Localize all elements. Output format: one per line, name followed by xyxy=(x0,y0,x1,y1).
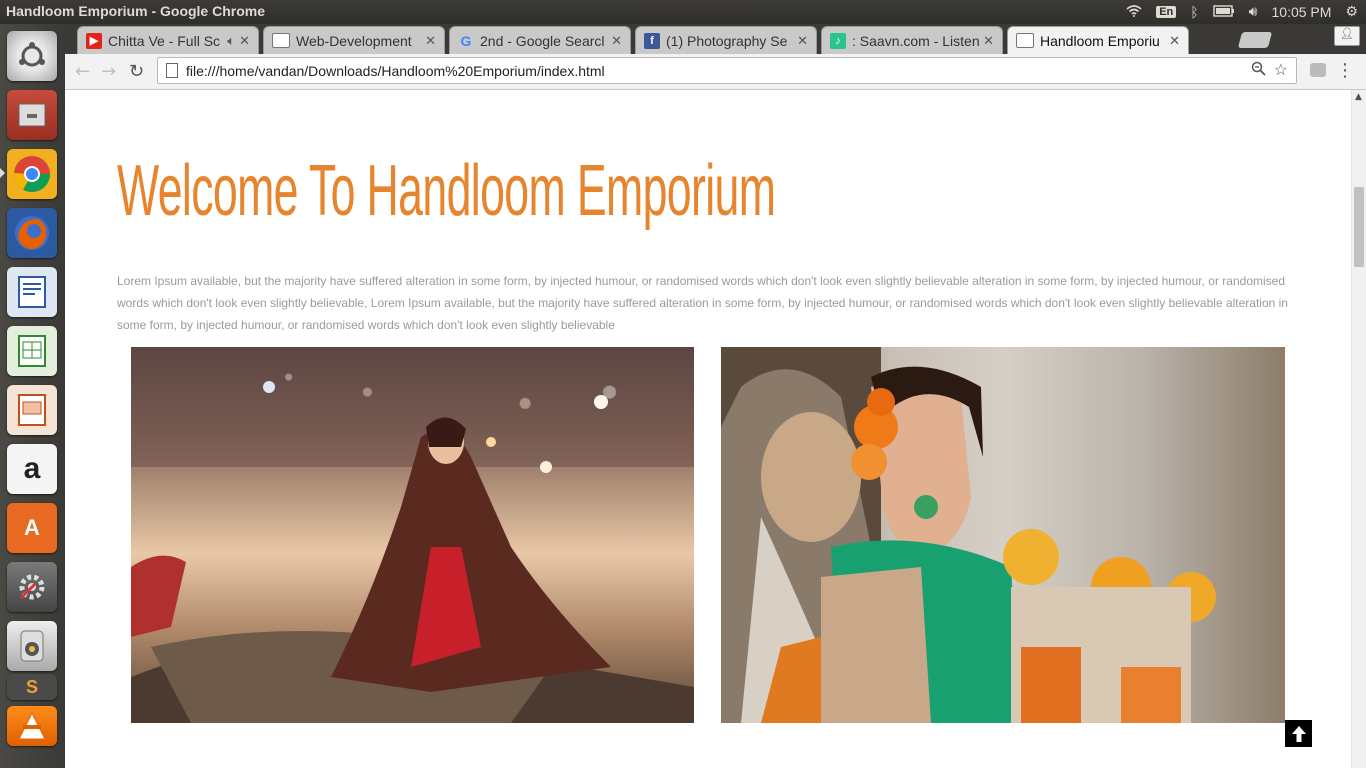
tab-title: 2nd - Google Searcl xyxy=(480,32,605,49)
ubuntu-dash-icon[interactable] xyxy=(7,31,57,81)
system-tray: En ᛒ 🔊︎ 10:05 PM ⚙ xyxy=(1126,3,1358,20)
tab-strip: ▶ Chitta Ve - Full Sc 🔈︎ ✕ Web-Developme… xyxy=(65,24,1366,54)
close-icon[interactable]: ✕ xyxy=(1169,33,1180,49)
page-viewport: Welcome To Handloom Emporium Lorem Ipsum… xyxy=(65,90,1351,768)
saavn-icon: ♪ xyxy=(830,32,846,49)
tab-web-development[interactable]: Web-Development ✕ xyxy=(263,26,445,54)
sublime-icon[interactable]: S xyxy=(7,674,57,700)
keyboard-layout-indicator[interactable]: En xyxy=(1156,5,1177,18)
page-title: Welcome To Handloom Emporium xyxy=(117,151,776,231)
wifi-icon[interactable] xyxy=(1126,4,1142,20)
tab-title: Handloom Emporiu xyxy=(1040,32,1160,49)
chrome-icon[interactable] xyxy=(0,149,57,199)
page-icon xyxy=(166,63,178,78)
close-icon[interactable]: ✕ xyxy=(425,33,436,49)
url-text[interactable]: file:///home/vandan/Downloads/Handloom%2… xyxy=(186,63,605,79)
zoom-icon[interactable] xyxy=(1251,61,1266,80)
tab-saavn[interactable]: ♪ : Saavn.com - Listen ✕ xyxy=(821,26,1003,54)
menu-icon[interactable]: ⋮ xyxy=(1336,60,1354,81)
tab-google-search[interactable]: G 2nd - Google Searcl ✕ xyxy=(449,26,631,54)
address-bar[interactable]: file:///home/vandan/Downloads/Handloom%2… xyxy=(157,57,1297,84)
reload-button[interactable]: ↻ xyxy=(129,61,144,82)
bluetooth-icon[interactable]: ᛒ xyxy=(1190,4,1198,20)
extension-icon[interactable] xyxy=(1310,63,1326,77)
profile-icon[interactable]: 👤︎ xyxy=(1334,26,1360,46)
system-top-bar: Handloom Emporium - Google Chrome En ᛒ 🔊… xyxy=(0,0,1366,24)
page-icon xyxy=(1016,33,1034,48)
scroll-to-top-button[interactable] xyxy=(1285,720,1312,747)
gear-icon[interactable]: ⚙ xyxy=(1345,3,1358,20)
scroll-up-arrow-icon[interactable]: ▲ xyxy=(1355,92,1362,102)
close-icon[interactable]: ✕ xyxy=(611,33,622,49)
photo-woman-with-sadhus xyxy=(721,347,1285,723)
close-icon[interactable]: ✕ xyxy=(797,33,808,49)
forward-button[interactable]: → xyxy=(101,61,116,82)
impress-icon[interactable] xyxy=(7,385,57,435)
new-tab-button[interactable] xyxy=(1237,32,1273,48)
volume-icon[interactable]: 🔊︎ xyxy=(1249,3,1258,20)
amazon-icon[interactable]: a xyxy=(7,444,57,494)
facebook-icon: f xyxy=(644,32,660,49)
tab-handloom-emporium[interactable]: Handloom Emporiu ✕ xyxy=(1007,26,1189,54)
amazon-glyph: a xyxy=(23,452,41,485)
scrollbar-thumb[interactable] xyxy=(1354,187,1364,267)
files-icon[interactable] xyxy=(7,90,57,140)
firefox-icon[interactable] xyxy=(7,208,57,258)
battery-icon[interactable] xyxy=(1212,4,1235,20)
google-icon: G xyxy=(460,32,472,49)
sublime-glyph: S xyxy=(25,676,38,697)
writer-icon[interactable] xyxy=(7,267,57,317)
software-center-icon[interactable]: A xyxy=(7,503,57,553)
youtube-icon: ▶ xyxy=(86,32,102,49)
clock[interactable]: 10:05 PM xyxy=(1272,4,1332,20)
back-button[interactable]: ← xyxy=(75,61,90,82)
photo-woman-on-boat xyxy=(131,347,694,723)
page-scrollbar[interactable]: ▲ xyxy=(1351,90,1366,768)
calc-icon[interactable] xyxy=(7,326,57,376)
window-title: Handloom Emporium - Google Chrome xyxy=(6,3,266,19)
intro-paragraph: Lorem Ipsum available, but the majority … xyxy=(117,274,1288,332)
speaker-icon[interactable]: 🔈︎ xyxy=(227,33,235,49)
tab-title: Web-Development xyxy=(296,32,412,49)
close-icon[interactable]: ✕ xyxy=(239,33,250,49)
launcher: a A S xyxy=(0,24,66,768)
software-center-glyph: A xyxy=(24,515,40,540)
bookmark-star-icon[interactable]: ☆ xyxy=(1274,60,1288,80)
page-icon xyxy=(272,33,290,48)
system-settings-icon[interactable] xyxy=(7,562,57,612)
browser-toolbar: ← → ↻ file:///home/vandan/Downloads/Hand… xyxy=(65,54,1366,90)
close-icon[interactable]: ✕ xyxy=(983,33,994,49)
tab-youtube[interactable]: ▶ Chitta Ve - Full Sc 🔈︎ ✕ xyxy=(77,26,259,54)
tab-title: : Saavn.com - Listen xyxy=(852,32,980,49)
tab-title: (1) Photography Se xyxy=(666,32,788,49)
vlc-icon[interactable] xyxy=(7,706,57,746)
tab-facebook[interactable]: f (1) Photography Se ✕ xyxy=(635,26,817,54)
rhythmbox-icon[interactable] xyxy=(7,621,57,671)
tab-title: Chitta Ve - Full Sc xyxy=(108,32,221,49)
